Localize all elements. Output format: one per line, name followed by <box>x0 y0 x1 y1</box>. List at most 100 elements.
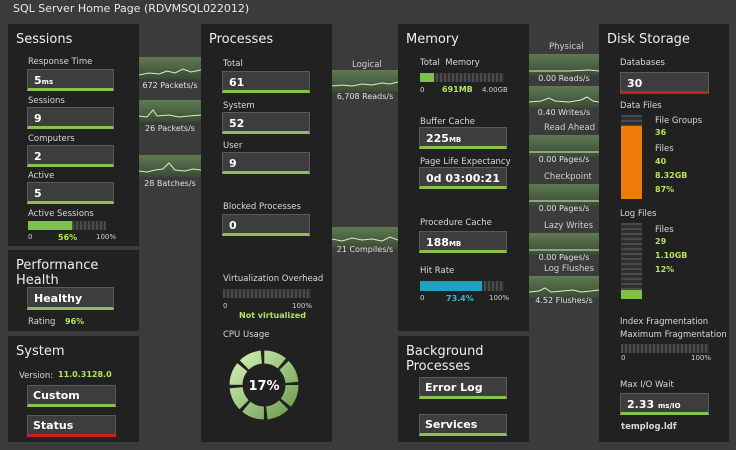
packets-in-flow <box>139 57 201 79</box>
hit-rate-min: 0 <box>420 294 425 302</box>
buffer-cache-value: 225 <box>426 132 449 145</box>
memory-title: Memory <box>406 32 459 47</box>
memory-used: 691MB <box>442 85 473 94</box>
rating-label: Rating <box>28 317 56 327</box>
page-life-label: Page Life Expectancy <box>420 157 511 167</box>
buffer-cache-label: Buffer Cache <box>420 117 475 127</box>
memory-fill <box>420 73 435 82</box>
fragmentation-bar <box>621 344 709 353</box>
hit-rate-value: 73.4% <box>446 294 474 303</box>
virtualization-status: Not virtualized <box>239 311 306 320</box>
sessions-value: 9 <box>34 112 42 125</box>
computers-tile[interactable]: 2 <box>27 145 114 167</box>
data-files-fill <box>621 125 642 199</box>
active-tile[interactable]: 5 <box>27 182 114 204</box>
checkpoint-flow <box>529 184 599 206</box>
active-sessions-min: 0 <box>28 233 33 241</box>
error-log-button[interactable]: Error Log <box>419 377 507 399</box>
checkpoint-rate: 0.00 Pages/s <box>538 204 590 213</box>
packets-in-rate: 672 Packets/s <box>142 81 198 90</box>
logical-label: Logical <box>352 60 382 70</box>
system-processes-label: System <box>223 101 255 111</box>
hit-rate-label: Hit Rate <box>420 266 455 276</box>
file-groups-value: 36 <box>655 128 667 137</box>
active-sessions-label: Active Sessions <box>28 209 94 219</box>
version-value: 11.0.3128.0 <box>58 370 112 379</box>
sessions-tile[interactable]: 9 <box>27 107 114 129</box>
physical-reads-rate: 0.00 Reads/s <box>538 74 590 83</box>
databases-value: 30 <box>627 77 643 90</box>
max-fragmentation-label: Maximum Fragmentation <box>620 330 727 340</box>
log-flushes-flow <box>529 276 599 298</box>
file-groups-label: File Groups <box>655 116 703 126</box>
user-processes-tile[interactable]: 9 <box>222 152 310 174</box>
memory-bar <box>420 73 504 82</box>
version-label: Version: <box>19 371 54 381</box>
custom-button[interactable]: Custom <box>27 385 116 407</box>
packets-out-flow <box>139 100 201 122</box>
blocked-processes-value: 0 <box>229 219 237 232</box>
log-files-fill <box>621 289 642 299</box>
background-processes-panel: Background Processes Error Log Services <box>398 336 529 442</box>
total-processes-value: 61 <box>229 76 245 89</box>
data-files-bar <box>621 115 642 199</box>
databases-tile[interactable]: 30 <box>620 72 709 94</box>
virtualization-min: 0 <box>223 302 228 310</box>
fragmentation-max: 100% <box>691 354 712 362</box>
log-flushes-rate: 4.52 Flushes/s <box>535 296 593 305</box>
processes-panel: Processes Total 61 System 52 User 9 Bloc… <box>201 24 332 442</box>
rating-value: 96% <box>65 317 85 326</box>
response-time-tile[interactable]: 5ms <box>27 69 114 91</box>
batches-flow <box>139 155 201 177</box>
read-ahead-label: Read Ahead <box>544 123 596 133</box>
logical-reads-flow <box>332 70 398 92</box>
max-io-wait-label: Max I/O Wait <box>620 380 674 390</box>
status-button[interactable]: Status <box>27 415 116 437</box>
sessions-panel: Sessions Response Time 5ms Sessions 9 Co… <box>8 24 139 246</box>
sessions-title: Sessions <box>16 32 73 47</box>
compiles-rate: 21 Compiles/s <box>336 245 394 254</box>
blocked-processes-tile[interactable]: 0 <box>222 214 310 236</box>
page-life-tile[interactable]: 0d 03:00:21 <box>419 167 507 189</box>
hit-rate-bar <box>420 281 504 291</box>
computers-label: Computers <box>28 134 75 144</box>
max-io-wait-file: templog.ldf <box>621 422 677 432</box>
performance-health-title: Performance Health <box>16 258 99 288</box>
procedure-cache-tile[interactable]: 188MB <box>419 231 507 253</box>
read-ahead-rate: 0.00 Pages/s <box>538 155 590 164</box>
system-processes-value: 52 <box>229 117 245 130</box>
blocked-processes-label: Blocked Processes <box>223 202 301 212</box>
log-flushes-label: Log Flushes <box>544 264 594 274</box>
physical-writes-flow <box>529 86 599 108</box>
memory-min: 0 <box>420 86 425 94</box>
computers-value: 2 <box>34 150 42 163</box>
packets-out-rate: 26 Packets/s <box>145 124 195 133</box>
lazy-writes-flow <box>529 233 599 255</box>
page-life-value: 0d 03:00:21 <box>426 172 501 185</box>
data-files-count: 40 <box>655 157 667 166</box>
procedure-cache-unit: MB <box>448 240 462 248</box>
procedure-cache-value: 188 <box>426 236 449 249</box>
system-processes-tile[interactable]: 52 <box>222 112 310 134</box>
background-processes-title: Background Processes <box>406 344 484 374</box>
data-files-size: 8.32GB <box>655 171 688 180</box>
active-value: 5 <box>34 187 42 200</box>
log-files-count-label: Files <box>655 225 674 235</box>
sessions-label: Sessions <box>28 96 65 106</box>
active-sessions-pct: 56% <box>58 233 78 242</box>
cpu-usage-label: CPU Usage <box>223 330 270 340</box>
log-files-count: 29 <box>655 237 667 246</box>
max-io-wait-unit: ms/IO <box>657 402 681 410</box>
max-io-wait-tile[interactable]: 2.33 ms/IO <box>620 393 709 415</box>
physical-label: Physical <box>549 42 584 52</box>
total-processes-tile[interactable]: 61 <box>222 71 310 93</box>
active-label: Active <box>28 171 55 181</box>
services-button[interactable]: Services <box>419 414 507 436</box>
log-files-bar <box>621 223 642 299</box>
buffer-cache-tile[interactable]: 225MB <box>419 127 507 149</box>
physical-writes-rate: 0.40 Writes/s <box>537 108 591 117</box>
response-time-label: Response Time <box>28 57 93 67</box>
system-panel: System Version: 11.0.3128.0 Custom Statu… <box>8 336 139 442</box>
health-status-tile[interactable]: Healthy <box>27 287 114 310</box>
index-fragmentation-label: Index Fragmentation <box>620 317 709 327</box>
